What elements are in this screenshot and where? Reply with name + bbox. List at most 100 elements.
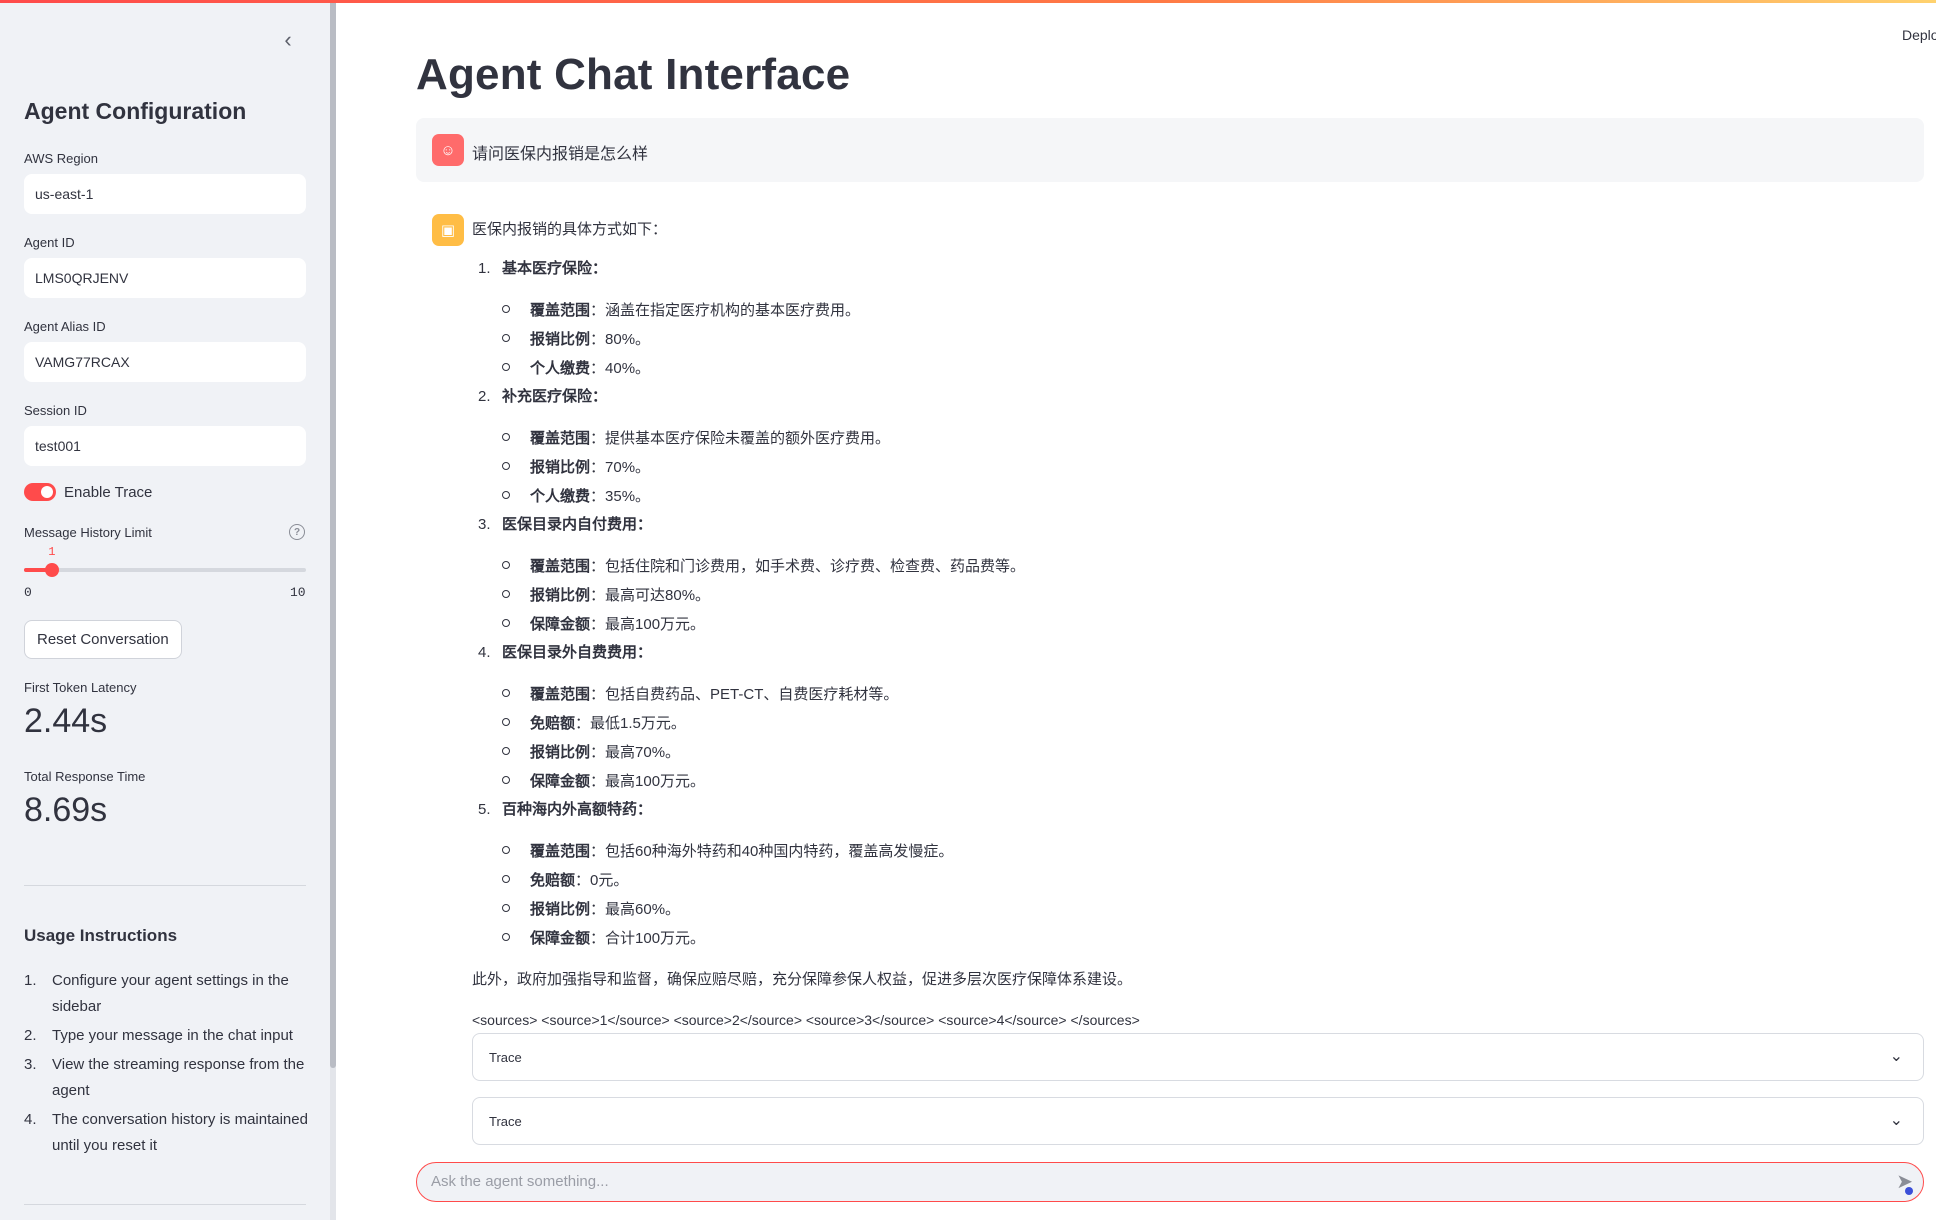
item-value: ：80%。	[590, 331, 651, 348]
usage-item-text: The conversation history is maintained u…	[52, 1111, 308, 1154]
trace-expander[interactable]: Trace ⌄	[472, 1097, 1924, 1145]
bullet-icon	[502, 718, 510, 726]
item-key: 个人缴费	[530, 488, 591, 505]
usage-item-number: 1.	[24, 972, 37, 989]
item-key: 保障金额	[530, 773, 591, 790]
item-value: ：最低1.5万元。	[575, 715, 686, 732]
usage-item: 4. The conversation history is maintained…	[24, 1107, 314, 1159]
item-key: 报销比例	[530, 331, 591, 348]
section-number: 1.	[478, 260, 491, 277]
reset-conversation-button[interactable]: Reset Conversation	[24, 620, 182, 659]
total-response-time-value: 8.69s	[24, 791, 108, 829]
item-value: ：最高可达80%。	[590, 587, 711, 604]
bullet-icon	[502, 776, 510, 784]
trace-expander-label: Trace	[489, 1114, 522, 1129]
item-value: ：最高70%。	[590, 744, 681, 761]
section-number: 4.	[478, 644, 491, 661]
item-value: ：最高100万元。	[590, 616, 706, 633]
item-key: 覆盖范围	[530, 558, 591, 575]
section-number: 5.	[478, 801, 491, 818]
item-value: ：合计100万元。	[590, 930, 706, 947]
bullet-icon	[502, 491, 510, 499]
item-value: ：包括住院和门诊费用，如手术费、诊疗费、检查费、药品费等。	[590, 558, 1026, 575]
item-key: 保障金额	[530, 930, 591, 947]
enable-trace-label: Enable Trace	[64, 484, 153, 501]
aws-region-input[interactable]	[24, 174, 306, 214]
usage-instructions-list: 1. Configure your agent settings in the s…	[24, 968, 314, 1162]
scrollbar-thumb[interactable]	[330, 0, 336, 1068]
enable-trace-toggle[interactable]	[24, 483, 56, 501]
item-key: 报销比例	[530, 587, 591, 604]
chevron-down-icon: ⌄	[1889, 1112, 1903, 1129]
section-heading: 3. 医保目录内自付费用：	[478, 513, 652, 534]
item-key: 覆盖范围	[530, 430, 591, 447]
section-title: 医保目录内自付费用：	[502, 516, 653, 533]
slider-handle[interactable]	[45, 563, 60, 577]
user-avatar-icon: ☺	[432, 134, 464, 166]
assistant-avatar-icon: ▣	[432, 214, 464, 246]
assistant-intro: 医保内报销的具体方式如下：	[472, 221, 668, 238]
usage-item: 1. Configure your agent settings in the s…	[24, 968, 314, 1020]
item-value: ：40%。	[590, 360, 651, 377]
usage-item-number: 3.	[24, 1056, 37, 1073]
slider-min-label: 0	[24, 585, 32, 600]
bullet-icon	[502, 846, 510, 854]
sources-text: <sources> <source>1</source> <source>2</…	[472, 1012, 1140, 1028]
bullet-icon	[502, 305, 510, 313]
bullet-icon	[502, 619, 510, 627]
bullet-icon	[502, 933, 510, 941]
item-value: ：包括60种海外特药和40种国内特药，覆盖高发慢症。	[590, 843, 954, 860]
item-key: 覆盖范围	[530, 302, 591, 319]
assistant-closing: 此外，政府加强指导和监督，确保应赔尽赔，充分保障参保人权益，促进多层次医疗保障体…	[472, 971, 1133, 988]
item-key: 个人缴费	[530, 360, 591, 377]
section-heading: 2. 补充医疗保险：	[478, 385, 607, 406]
first-token-latency-label: First Token Latency	[24, 680, 137, 695]
trace-expander[interactable]: Trace ⌄	[472, 1033, 1924, 1081]
chevron-left-icon[interactable]: ‹	[276, 27, 300, 52]
section-number: 2.	[478, 388, 491, 405]
bullet-icon	[502, 334, 510, 342]
item-key: 报销比例	[530, 744, 591, 761]
slider-value: 1	[48, 545, 56, 559]
section-heading: 1. 基本医疗保险：	[478, 257, 607, 278]
agent-alias-id-input[interactable]	[24, 342, 306, 382]
slider-max-label: 10	[290, 585, 306, 600]
top-decoration-bar	[0, 0, 1936, 3]
bullet-icon	[502, 590, 510, 598]
usage-item-number: 4.	[24, 1111, 37, 1128]
item-key: 报销比例	[530, 901, 591, 918]
bullet-icon	[502, 462, 510, 470]
history-limit-label: Message History Limit	[24, 525, 152, 540]
usage-instructions-title: Usage Instructions	[24, 926, 178, 945]
item-key: 覆盖范围	[530, 843, 591, 860]
item-key: 免赔额	[530, 872, 576, 889]
sidebar-scrollbar[interactable]	[330, 0, 336, 1220]
bullet-icon	[502, 363, 510, 371]
item-value: ：涵盖在指定医疗机构的基本医疗费用。	[590, 302, 861, 319]
usage-item: 3. View the streaming response from the a…	[24, 1052, 314, 1104]
deploy-button[interactable]: Deplo	[1902, 27, 1936, 43]
item-key: 免赔额	[530, 715, 576, 732]
section-title: 百种海内外高额特药：	[502, 801, 653, 818]
sidebar: ‹ Agent Configuration AWS Region Agent I…	[0, 0, 336, 1220]
item-value: ：0元。	[575, 872, 629, 889]
help-icon[interactable]: ?	[289, 524, 305, 540]
usage-item: 2. Type your message in the chat input	[24, 1023, 314, 1049]
bullet-icon	[502, 747, 510, 755]
agent-id-input[interactable]	[24, 258, 306, 298]
section-heading: 4. 医保目录外自费费用：	[478, 641, 652, 662]
session-id-input[interactable]	[24, 426, 306, 466]
section-title: 补充医疗保险：	[502, 388, 608, 405]
history-limit-slider-track[interactable]	[24, 568, 306, 572]
total-response-time-label: Total Response Time	[24, 769, 146, 784]
sidebar-divider	[24, 885, 306, 886]
item-value: ：最高60%。	[590, 901, 681, 918]
sidebar-title: Agent Configuration	[24, 98, 247, 124]
item-key: 报销比例	[530, 459, 591, 476]
item-key: 覆盖范围	[530, 686, 591, 703]
item-value: ：包括自费药品、PET-CT、自费医疗耗材等。	[590, 686, 899, 703]
item-value: ：提供基本医疗保险未覆盖的额外医疗费用。	[590, 430, 891, 447]
item-value: ：最高100万元。	[590, 773, 706, 790]
chat-input[interactable]	[431, 1163, 1871, 1200]
agent-alias-id-label: Agent Alias ID	[24, 319, 106, 334]
